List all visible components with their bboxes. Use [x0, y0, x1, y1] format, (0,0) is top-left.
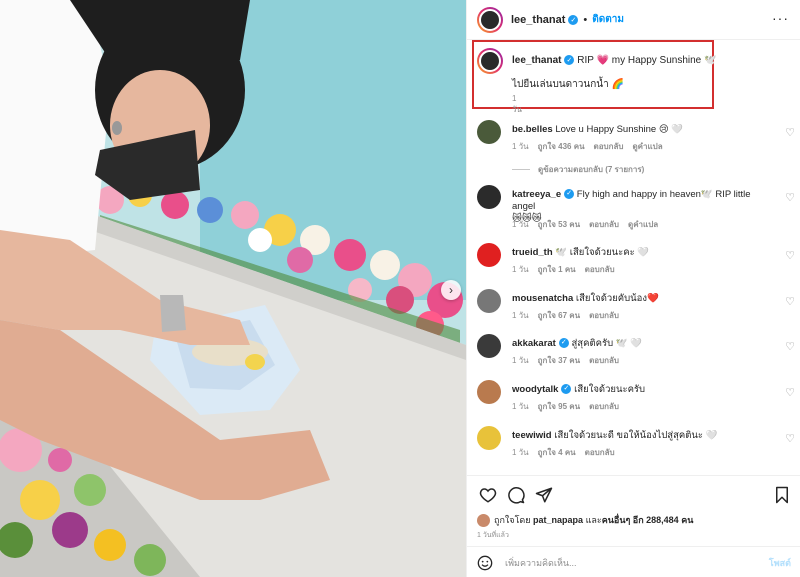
- reply-button[interactable]: ตอบกลับ: [589, 220, 619, 229]
- translate-button[interactable]: ดูคำแปล: [628, 220, 658, 229]
- add-comment-bar: เพิ่มความคิดเห็น... โพสต์: [467, 546, 800, 577]
- likes-middle: และ: [585, 515, 602, 525]
- commenter-username[interactable]: be.belles: [512, 124, 553, 135]
- more-icon[interactable]: ···: [772, 11, 789, 25]
- post-photo[interactable]: ›: [0, 0, 466, 577]
- commenter-username[interactable]: teewiwid: [512, 430, 552, 441]
- caption-line-1: RIP 💗 my Happy Sunshine 🕊️: [577, 55, 717, 66]
- commenter-avatar[interactable]: [477, 185, 501, 209]
- emoji-icon[interactable]: [477, 555, 493, 571]
- commenter-avatar[interactable]: [477, 289, 501, 313]
- likes-summary: ถูกใจโดย pat_napapa และ คนอื่นๆ อีก 288,4…: [477, 513, 693, 527]
- post-header: lee_thanat ✓ • ติดตาม ···: [467, 0, 800, 40]
- replies-divider: [512, 169, 530, 170]
- reply-button[interactable]: ตอบกลับ: [589, 356, 619, 365]
- commenter-username[interactable]: woodytalk: [512, 384, 558, 395]
- comment-text: สู่สุคติครับ 🕊️ 🤍: [571, 338, 643, 349]
- comment-heart-icon[interactable]: ♡: [785, 432, 795, 445]
- comment-text: Love u Happy Sunshine 😢 🤍: [555, 124, 684, 135]
- comment-heart-icon[interactable]: ♡: [785, 295, 795, 308]
- commenter-avatar[interactable]: [477, 334, 501, 358]
- comment-item: katreeya_e ✓ Fly high and happy in heaven…: [477, 185, 797, 233]
- post-comment-button[interactable]: โพสต์: [769, 556, 791, 570]
- heart-icon[interactable]: [477, 484, 499, 506]
- reply-button[interactable]: ตอบกลับ: [594, 142, 624, 151]
- comment-heart-icon[interactable]: ♡: [785, 340, 795, 353]
- comment-heart-icon[interactable]: ♡: [785, 191, 795, 204]
- comment-heart-icon[interactable]: ♡: [785, 386, 795, 399]
- bookmark-icon[interactable]: [771, 484, 793, 506]
- commenter-avatar[interactable]: [477, 243, 501, 267]
- comment-input[interactable]: เพิ่มความคิดเห็น...: [505, 556, 769, 570]
- verified-icon: ✓: [564, 189, 575, 200]
- comment-time: 1 วัน: [512, 356, 529, 365]
- comment-text: เสียใจด้วยนะครับ: [574, 384, 646, 395]
- post-side-panel: lee_thanat ✓ • ติดตาม ··· lee_thanat ✓ RI…: [466, 0, 800, 577]
- separator-dot: •: [583, 13, 588, 26]
- comment-item: be.belles Love u Happy Sunshine 😢 🤍 1 วั…: [477, 120, 797, 160]
- comment-time: 1 วัน: [512, 311, 529, 320]
- commenter-username[interactable]: katreeya_e: [512, 189, 561, 200]
- comment-text: เสียใจด้วยคับน้อง❤️: [575, 293, 659, 304]
- comment-item: woodytalk ✓ เสียใจด้วยนะครับ 1 วัน ถูกใจ 9…: [477, 380, 797, 420]
- comment-likes[interactable]: ถูกใจ 4 คน: [538, 448, 576, 457]
- comment-item: mousenatcha เสียใจด้วยคับน้อง❤️ 1 วัน ถูก…: [477, 289, 797, 329]
- translate-button[interactable]: ดูคำแปล: [632, 142, 662, 151]
- verified-icon: ✓: [558, 338, 569, 349]
- liker-avatar[interactable]: [477, 513, 490, 527]
- likes-others[interactable]: คนอื่นๆ อีก 288,484 คน: [602, 513, 694, 527]
- share-icon[interactable]: [533, 484, 555, 506]
- comment-time: 1 วัน: [512, 220, 529, 229]
- verified-icon: ✓: [561, 384, 572, 395]
- commenter-avatar[interactable]: [477, 120, 501, 144]
- commenter-avatar[interactable]: [477, 380, 501, 404]
- comment-item: trueid_th 🕊️ เสียใจด้วยนะคะ 🤍 1 วัน ถูกใจ…: [477, 243, 797, 283]
- comment-text: เสียใจด้วยนะดี ขอให้น้องไปสู่สุคตินะ 🤍: [554, 430, 718, 441]
- comment-item: akkakarat ✓ สู่สุคติครับ 🕊️ 🤍 1 วัน ถูกใจ …: [477, 334, 797, 374]
- caption-username[interactable]: lee_thanat: [512, 55, 561, 66]
- reply-button[interactable]: ตอบกลับ: [589, 311, 619, 320]
- comment-likes[interactable]: ถูกใจ 53 คน: [538, 220, 580, 229]
- commenter-username[interactable]: trueid_th: [512, 247, 553, 258]
- reply-button[interactable]: ตอบกลับ: [585, 265, 615, 274]
- comment-time: 1 วัน: [512, 265, 529, 274]
- commenter-avatar[interactable]: [477, 426, 501, 450]
- caption-line-2: ไปยืนเล่นบนดาวนกน้ำ 🌈: [512, 79, 624, 90]
- follow-button[interactable]: ติดตาม: [592, 12, 624, 27]
- comment-likes[interactable]: ถูกใจ 436 คน: [538, 142, 585, 151]
- reply-button[interactable]: ตอบกลับ: [585, 448, 615, 457]
- post-time: 1 วันที่แล้ว: [477, 532, 509, 539]
- liker-username[interactable]: pat_napapa: [533, 515, 583, 525]
- comment-likes[interactable]: ถูกใจ 67 คน: [538, 311, 580, 320]
- post-actions: ถูกใจโดย pat_napapa และ คนอื่นๆ อีก 288,4…: [467, 475, 800, 577]
- comment-likes[interactable]: ถูกใจ 1 คน: [538, 265, 576, 274]
- comment-time: 1 วัน: [512, 448, 529, 457]
- verified-icon: ✓: [564, 55, 575, 66]
- comment-likes[interactable]: ถูกใจ 37 คน: [538, 356, 580, 365]
- caption-highlight-box: [472, 40, 714, 109]
- comments-list[interactable]: be.belles Love u Happy Sunshine 😢 🤍 1 วั…: [467, 115, 800, 475]
- likes-prefix: ถูกใจโดย: [494, 515, 531, 525]
- comment-item: teewiwid เสียใจด้วยนะดี ขอให้น้องไปสู่สุ…: [477, 426, 797, 466]
- comment-time: 1 วัน: [512, 402, 529, 411]
- comment-text: 🕊️ เสียใจด้วยนะคะ 🤍: [555, 247, 650, 258]
- commenter-username[interactable]: akkakarat: [512, 338, 556, 349]
- comment-heart-icon[interactable]: ♡: [785, 126, 795, 139]
- comment-time: 1 วัน: [512, 142, 529, 151]
- photo-illustration: [0, 0, 466, 577]
- caption-time: 1 วัน: [512, 94, 522, 114]
- comment-icon[interactable]: [505, 484, 527, 506]
- next-photo-button[interactable]: ›: [441, 280, 461, 300]
- reply-button[interactable]: ตอบกลับ: [589, 402, 619, 411]
- view-replies-button[interactable]: ดูข้อความตอบกลับ (7 รายการ): [512, 163, 644, 176]
- author-username[interactable]: lee_thanat: [511, 14, 565, 26]
- verified-icon: ✓: [568, 14, 579, 25]
- commenter-username[interactable]: mousenatcha: [512, 293, 573, 304]
- author-avatar[interactable]: [477, 6, 503, 33]
- comment-likes[interactable]: ถูกใจ 95 คน: [538, 402, 580, 411]
- caption-avatar[interactable]: [477, 48, 503, 74]
- comment-heart-icon[interactable]: ♡: [785, 249, 795, 262]
